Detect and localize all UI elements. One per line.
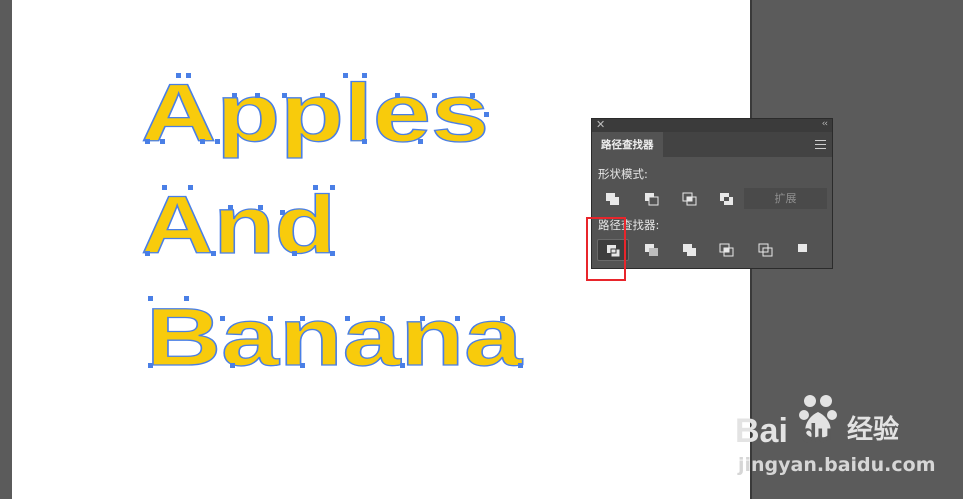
minus-back-button[interactable] <box>789 239 821 261</box>
tab-pathfinder[interactable]: 路径查找器 <box>592 132 663 157</box>
exclude-button[interactable] <box>711 188 743 210</box>
artwork-line-and[interactable]: And <box>140 179 336 271</box>
svg-text:Bai: Bai <box>735 412 788 450</box>
shape-modes-label: 形状模式: <box>598 167 648 181</box>
outline-button[interactable] <box>750 239 782 261</box>
crop-icon <box>719 243 734 257</box>
merge-icon <box>683 244 696 256</box>
close-icon[interactable]: ✕ <box>596 118 605 131</box>
intersect-button[interactable] <box>674 188 706 210</box>
trim-icon <box>645 244 658 256</box>
artwork-line-apples[interactable]: Apples <box>140 67 489 159</box>
expand-button[interactable]: 扩展 <box>744 188 827 209</box>
pathfinder-panel[interactable]: ✕ ‹‹ 路径查找器 形状模式: 扩展 路径查找器: <box>591 118 833 269</box>
trim-button[interactable] <box>636 239 668 261</box>
unite-icon <box>606 193 619 205</box>
intersect-icon <box>682 192 697 206</box>
artwork-line-banana[interactable]: Banana <box>145 291 524 383</box>
annotation-highlight-box <box>586 217 626 281</box>
unite-button[interactable] <box>597 188 629 210</box>
watermark-url: jingyan.baidu.com <box>738 454 936 476</box>
baidu-jingyan-logo: Bai du 经验 <box>735 395 899 450</box>
merge-button[interactable] <box>674 239 706 261</box>
panel-tab-row: 路径查找器 <box>592 132 832 157</box>
exclude-icon <box>720 193 733 205</box>
crop-button[interactable] <box>711 239 743 261</box>
minus-back-icon <box>798 244 811 256</box>
svg-text:经验: 经验 <box>847 414 899 445</box>
svg-text:du: du <box>801 418 833 448</box>
panel-menu-icon[interactable] <box>815 140 826 149</box>
collapse-icon[interactable]: ‹‹ <box>822 118 828 131</box>
panel-titlebar[interactable]: ✕ ‹‹ <box>592 118 832 132</box>
outline-icon <box>758 243 773 257</box>
minus-front-icon <box>645 193 659 206</box>
minus-front-button[interactable] <box>636 188 668 210</box>
